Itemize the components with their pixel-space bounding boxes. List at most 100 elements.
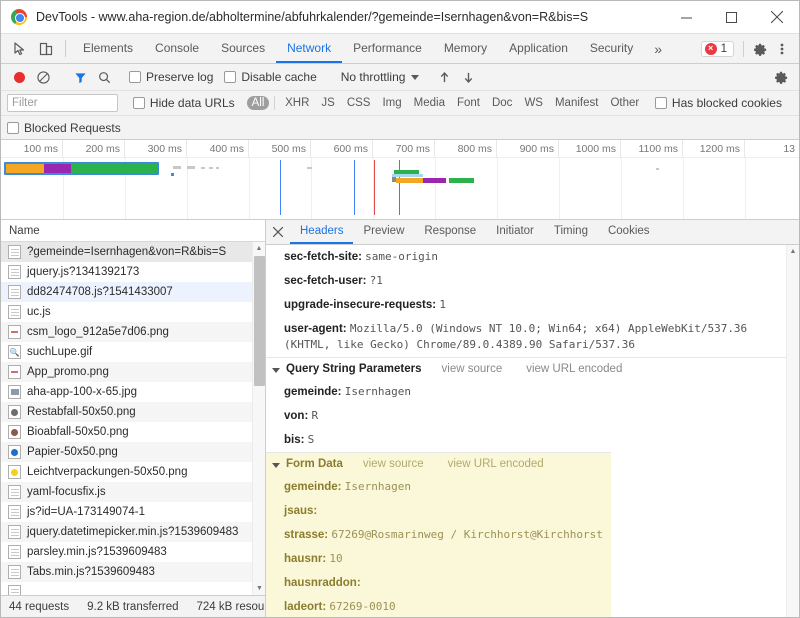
param-value: S [308, 433, 315, 446]
tab-performance[interactable]: Performance [342, 34, 433, 63]
throttling-select[interactable]: No throttling [341, 70, 420, 84]
search-icon[interactable] [92, 71, 116, 84]
param-key: bis: [284, 434, 304, 446]
list-item[interactable]: yaml-focusfix.js [1, 482, 252, 502]
view-source-link[interactable]: view source [363, 458, 424, 470]
script-icon [8, 565, 21, 579]
filter-type-css[interactable]: CSS [342, 96, 376, 110]
list-item[interactable]: js?id=UA-173149074-1 [1, 502, 252, 522]
list-item-partial[interactable] [1, 582, 252, 595]
list-item[interactable]: parsley.min.js?1539609483 [1, 542, 252, 562]
header-row: sec-fetch-user: ?1 [266, 269, 786, 293]
view-url-encoded-link[interactable]: view URL encoded [526, 363, 622, 375]
tab-response[interactable]: Response [414, 220, 486, 244]
tab-application[interactable]: Application [498, 34, 579, 63]
overview-bar-small [187, 166, 195, 169]
tick-label: 200 ms [63, 140, 125, 158]
filter-type-media[interactable]: Media [409, 96, 450, 110]
hide-data-urls-checkbox[interactable]: Hide data URLs [133, 96, 235, 110]
filter-type-ws[interactable]: WS [519, 96, 548, 110]
list-item[interactable]: Papier-50x50.png [1, 442, 252, 462]
filter-funnel-icon[interactable] [68, 71, 92, 84]
gear-icon[interactable] [749, 42, 771, 56]
scroll-up-icon[interactable]: ▲ [787, 245, 799, 258]
network-settings-gear-icon[interactable] [769, 70, 793, 84]
request-name: Tabs.min.js?1539609483 [27, 566, 155, 578]
network-overview-timeline[interactable]: 100 ms 200 ms 300 ms 400 ms 500 ms 600 m… [1, 140, 799, 220]
clear-icon[interactable] [31, 71, 55, 84]
filter-type-other[interactable]: Other [605, 96, 644, 110]
export-har-icon[interactable] [456, 71, 480, 84]
tab-initiator[interactable]: Initiator [486, 220, 544, 244]
more-tabs-icon[interactable]: » [644, 34, 672, 63]
view-url-encoded-link[interactable]: view URL encoded [448, 458, 544, 470]
list-item[interactable]: Restabfall-50x50.png [1, 402, 252, 422]
close-panel-icon[interactable] [266, 220, 290, 244]
list-item[interactable]: dd82474708.js?1541433007 [1, 282, 252, 302]
list-item[interactable]: App_promo.png [1, 362, 252, 382]
list-item[interactable]: 🔍 suchLupe.gif [1, 342, 252, 362]
inspect-element-icon[interactable] [7, 34, 33, 63]
filter-type-xhr[interactable]: XHR [280, 96, 314, 110]
script-icon [8, 485, 21, 499]
scrollbar-thumb[interactable] [254, 256, 265, 386]
list-item[interactable]: Leichtverpackungen-50x50.png [1, 462, 252, 482]
has-blocked-cookies-checkbox[interactable]: Has blocked cookies [655, 96, 782, 110]
overview-bar-small [216, 167, 219, 169]
request-list-header[interactable]: Name [1, 220, 265, 242]
maximize-button[interactable] [709, 1, 754, 33]
filter-type-manifest[interactable]: Manifest [550, 96, 603, 110]
list-item[interactable]: uc.js [1, 302, 252, 322]
close-button[interactable] [754, 1, 799, 33]
image-photo-icon [8, 385, 21, 399]
overview-selection-window[interactable] [4, 162, 159, 175]
tab-headers[interactable]: Headers [290, 220, 353, 244]
form-data-section-header[interactable]: Form Data view source view URL encoded [266, 452, 611, 475]
filter-type-img[interactable]: Img [377, 96, 406, 110]
tab-elements[interactable]: Elements [72, 34, 144, 63]
request-name: yaml-focusfix.js [27, 486, 106, 498]
tab-cookies[interactable]: Cookies [598, 220, 660, 244]
list-item[interactable]: jquery.js?1341392173 [1, 262, 252, 282]
details-scrollbar[interactable]: ▲ [786, 245, 799, 617]
request-list-scrollbar[interactable]: ▲ ▼ [252, 242, 265, 595]
query-string-section-header[interactable]: Query String Parameters view source view… [266, 357, 786, 380]
list-item[interactable]: Bioabfall-50x50.png [1, 422, 252, 442]
kebab-menu-icon[interactable] [771, 42, 793, 56]
scroll-up-icon[interactable]: ▲ [253, 242, 265, 255]
scroll-down-icon[interactable]: ▼ [253, 582, 265, 595]
preserve-log-checkbox[interactable]: Preserve log [129, 70, 213, 84]
disable-cache-checkbox[interactable]: Disable cache [224, 70, 316, 84]
filter-type-doc[interactable]: Doc [487, 96, 517, 110]
tab-security[interactable]: Security [579, 34, 644, 63]
list-item[interactable]: csm_logo_912a5e7d06.png [1, 322, 252, 342]
list-item[interactable]: jquery.datetimepicker.min.js?1539609483 [1, 522, 252, 542]
list-item[interactable]: ?gemeinde=Isernhagen&von=R&bis=S [1, 242, 252, 262]
filter-type-all[interactable]: All [247, 96, 270, 110]
tick-label: 700 ms [373, 140, 435, 158]
import-har-icon[interactable] [432, 71, 456, 84]
list-item[interactable]: Tabs.min.js?1539609483 [1, 562, 252, 582]
record-button[interactable] [7, 72, 31, 83]
error-badge[interactable]: × 1 [701, 41, 734, 57]
minimize-button[interactable] [664, 1, 709, 33]
tab-console[interactable]: Console [144, 34, 210, 63]
blocked-requests-checkbox[interactable]: Blocked Requests [7, 121, 121, 135]
view-source-link[interactable]: view source [442, 363, 503, 375]
tab-preview[interactable]: Preview [353, 220, 414, 244]
tab-memory[interactable]: Memory [433, 34, 498, 63]
details-tabstrip: Headers Preview Response Initiator Timin… [266, 220, 799, 245]
tab-network[interactable]: Network [276, 34, 342, 63]
filter-type-font[interactable]: Font [452, 96, 485, 110]
filter-input[interactable]: Filter [7, 94, 118, 112]
tab-sources[interactable]: Sources [210, 34, 276, 63]
chevron-down-icon [272, 463, 280, 468]
list-item[interactable]: aha-app-100-x-65.jpg [1, 382, 252, 402]
overview-bar-green [71, 164, 157, 173]
filter-type-js[interactable]: JS [316, 96, 339, 110]
tab-timing[interactable]: Timing [544, 220, 598, 244]
status-resources: 724 kB resou [197, 601, 265, 613]
disable-cache-box [224, 71, 236, 83]
preserve-log-label: Preserve log [146, 70, 213, 84]
device-toolbar-icon[interactable] [33, 34, 59, 63]
